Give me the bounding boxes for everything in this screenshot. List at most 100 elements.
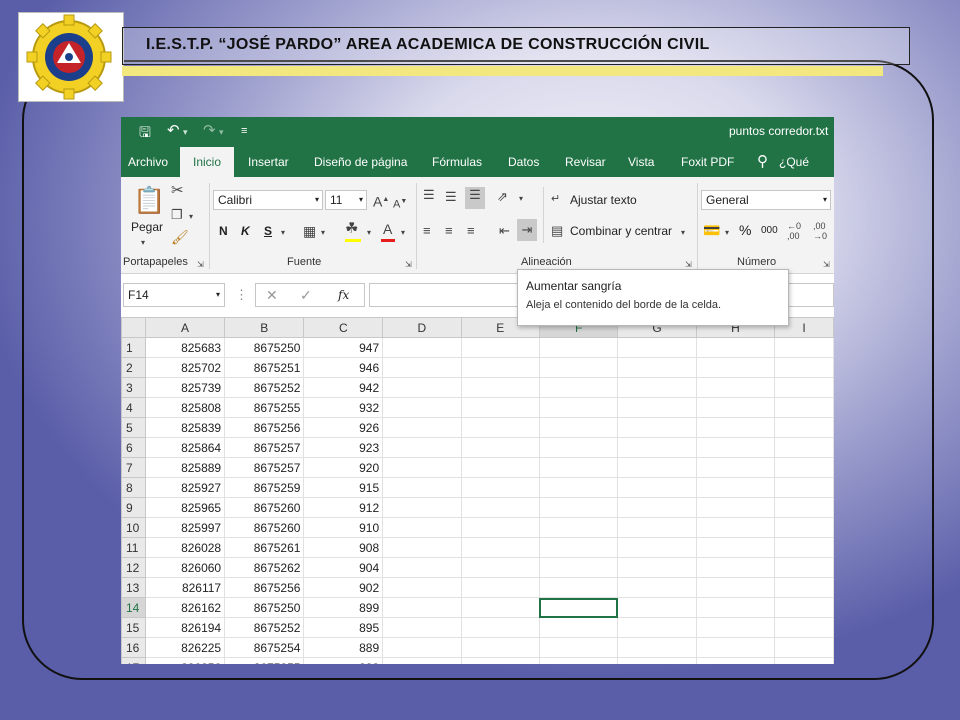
format-painter-icon[interactable]: 🖌 (171, 229, 189, 245)
cell[interactable] (382, 477, 462, 498)
column-header[interactable]: D (382, 317, 462, 338)
cell[interactable] (774, 397, 834, 418)
cell-a[interactable]: 826194 (144, 617, 226, 638)
cell-b[interactable]: 8675255 (224, 397, 305, 418)
cell-c[interactable]: 947 (303, 337, 384, 358)
cell[interactable] (774, 577, 834, 598)
number-launcher-icon[interactable]: ⇲ (823, 257, 830, 273)
cut-icon[interactable]: ✂ (171, 183, 184, 199)
tab-vista[interactable]: Vista (628, 147, 654, 177)
cell-c[interactable]: 908 (303, 537, 384, 558)
cell[interactable] (617, 437, 697, 458)
row-header[interactable]: 6 (121, 437, 146, 458)
cell[interactable] (774, 557, 834, 578)
borders-dropdown-icon[interactable]: ▾ (321, 225, 325, 241)
cell[interactable] (460, 497, 540, 518)
cell-a[interactable]: 825839 (144, 417, 226, 438)
row-header[interactable]: 11 (121, 537, 146, 558)
cell[interactable] (382, 437, 462, 458)
cell[interactable] (617, 517, 697, 538)
cell[interactable] (774, 477, 834, 498)
cell-c[interactable]: 902 (303, 577, 384, 598)
cell[interactable] (538, 577, 619, 598)
cell[interactable] (382, 597, 462, 618)
cell[interactable] (382, 637, 462, 658)
redo-dropdown-icon[interactable]: ▾ (219, 124, 224, 140)
cell-a[interactable]: 826028 (144, 537, 226, 558)
cell[interactable] (538, 517, 619, 538)
column-header[interactable]: B (224, 317, 305, 338)
cell-c[interactable]: 946 (303, 357, 384, 378)
paste-button-label[interactable]: Pegar (131, 220, 163, 234)
align-top-icon[interactable]: ☰ (423, 187, 435, 203)
cell[interactable] (695, 357, 776, 378)
cell-c[interactable]: 895 (303, 617, 384, 638)
cell-c[interactable]: 899 (303, 597, 384, 618)
accounting-dropdown-icon[interactable]: ▾ (725, 225, 729, 241)
tab-datos[interactable]: Datos (508, 147, 539, 177)
clipboard-launcher-icon[interactable]: ⇲ (197, 257, 204, 273)
font-color-icon[interactable]: A (383, 221, 392, 237)
cell[interactable] (538, 617, 619, 638)
cell[interactable] (460, 397, 540, 418)
cell[interactable] (617, 577, 697, 598)
cell[interactable] (774, 417, 834, 438)
cell-a[interactable]: 825889 (144, 457, 226, 478)
selected-cell[interactable] (538, 597, 619, 618)
cell[interactable] (460, 577, 540, 598)
cell[interactable] (695, 477, 776, 498)
cell-b[interactable]: 8675250 (224, 337, 305, 358)
font-name-select[interactable]: Calibri ▾ (213, 190, 323, 210)
lightbulb-icon[interactable]: ⚲ (757, 147, 768, 177)
cell[interactable] (695, 517, 776, 538)
cell[interactable] (774, 497, 834, 518)
tab-inicio[interactable]: Inicio (180, 147, 234, 177)
cell[interactable] (774, 597, 834, 618)
align-center-icon[interactable]: ≡ (445, 223, 453, 239)
cell-b[interactable]: 8675262 (224, 557, 305, 578)
column-header[interactable]: C (303, 317, 384, 338)
cell-a[interactable]: 826225 (144, 637, 226, 658)
decrease-decimal-icon[interactable]: ,00 →0 (813, 221, 827, 241)
fill-color-icon[interactable]: ☘ (345, 221, 358, 237)
cell-b[interactable]: 8675254 (224, 637, 305, 658)
orientation-icon[interactable]: ⇗ (497, 189, 508, 205)
cell-b[interactable]: 8675261 (224, 537, 305, 558)
row-header[interactable]: 8 (121, 477, 146, 498)
cell[interactable] (695, 557, 776, 578)
name-box[interactable]: F14 ▾ (123, 283, 225, 307)
cell-b[interactable]: 8675256 (224, 417, 305, 438)
row-header[interactable]: 2 (121, 357, 146, 378)
row-header[interactable]: 3 (121, 377, 146, 398)
cell[interactable] (538, 457, 619, 478)
fill-color-dropdown-icon[interactable]: ▾ (367, 225, 371, 241)
cell-a[interactable]: 825965 (144, 497, 226, 518)
cell[interactable] (460, 557, 540, 578)
cell-c[interactable]: 915 (303, 477, 384, 498)
align-right-icon[interactable]: ≡ (467, 223, 475, 239)
cell[interactable] (460, 337, 540, 358)
cell[interactable] (695, 637, 776, 658)
merge-dropdown-icon[interactable]: ▾ (681, 225, 685, 241)
cell[interactable] (695, 397, 776, 418)
cell[interactable] (617, 497, 697, 518)
cell[interactable] (617, 537, 697, 558)
cell-b[interactable]: 8675256 (224, 577, 305, 598)
cell[interactable] (774, 517, 834, 538)
cell[interactable] (538, 337, 619, 358)
cell-c[interactable]: 889 (303, 637, 384, 658)
cell[interactable] (382, 577, 462, 598)
customize-toolbar-icon[interactable]: ≡ (241, 123, 247, 139)
cell[interactable] (617, 417, 697, 438)
row-header[interactable]: 17 (121, 657, 146, 664)
cell[interactable] (774, 537, 834, 558)
row-header[interactable]: 9 (121, 497, 146, 518)
cell-a[interactable]: 825864 (144, 437, 226, 458)
align-left-icon[interactable]: ≡ (423, 223, 431, 239)
cell-b[interactable]: 8675259 (224, 477, 305, 498)
underline-dropdown-icon[interactable]: ▾ (281, 225, 285, 241)
cell[interactable] (460, 517, 540, 538)
cell[interactable] (695, 617, 776, 638)
cell[interactable] (617, 557, 697, 578)
cell[interactable] (617, 337, 697, 358)
